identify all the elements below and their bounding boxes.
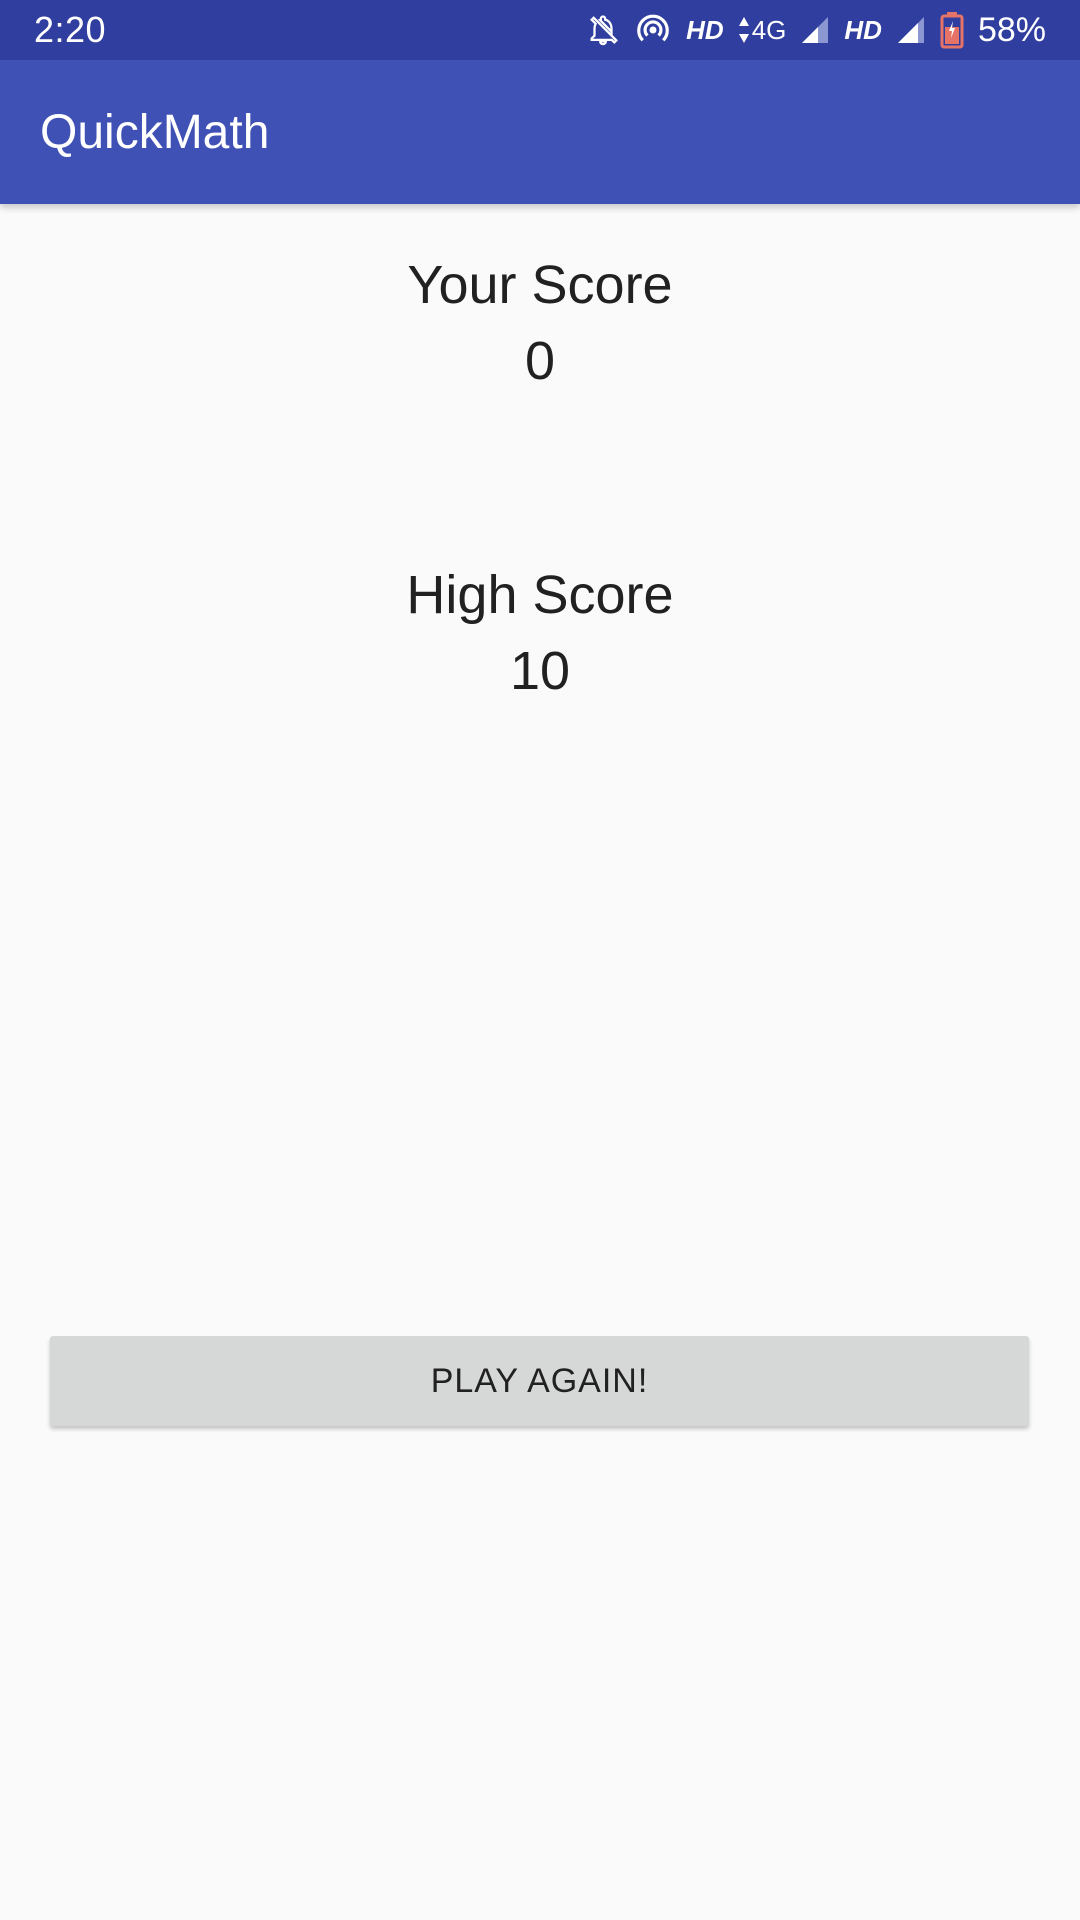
battery-percent: 58%: [977, 10, 1046, 49]
hd-label-2: HD: [844, 14, 882, 45]
network-type: 4G: [738, 14, 787, 46]
screen: 2:20 HD 4G HD 58% QuickMath Your Score 0…: [0, 0, 1080, 1920]
battery-icon: [940, 11, 964, 49]
app-bar: QuickMath: [0, 60, 1080, 204]
signal-icon: [800, 15, 830, 45]
notifications-off-icon: [586, 13, 620, 47]
signal-icon: [896, 15, 926, 45]
app-title: QuickMath: [40, 105, 270, 159]
high-score-section: High Score 10: [0, 558, 1080, 710]
your-score-section: Your Score 0: [0, 248, 1080, 400]
your-score-value: 0: [524, 331, 556, 391]
network-type-label: 4G: [751, 14, 787, 45]
hd-label-1: HD: [686, 14, 724, 45]
high-score-label: High Score: [406, 565, 674, 625]
status-bar: 2:20 HD 4G HD 58%: [0, 0, 1080, 60]
status-icons: HD 4G HD 58%: [586, 11, 1046, 50]
status-time: 2:20: [34, 9, 107, 50]
your-score-label: Your Score: [407, 255, 673, 315]
high-score-value: 10: [509, 641, 571, 701]
hotspot-icon: [634, 11, 672, 49]
play-again-button[interactable]: PLAY AGAIN!: [50, 1336, 1029, 1426]
data-arrows-icon: [738, 17, 749, 43]
